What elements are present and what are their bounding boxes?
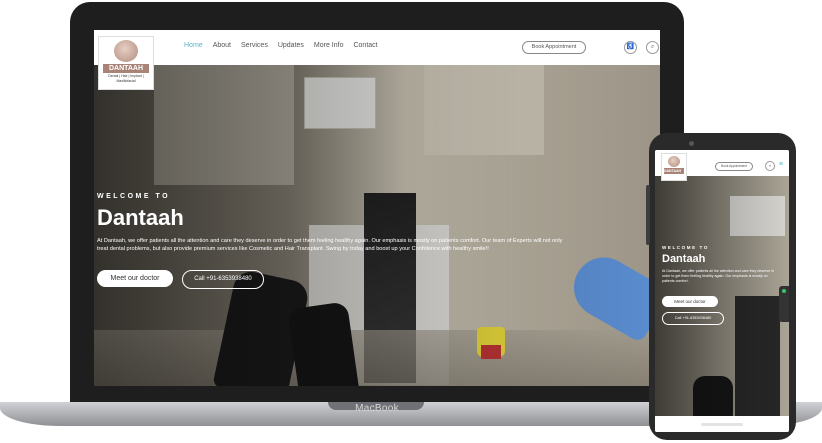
mobile-hero-title: Dantaah [662,253,706,265]
hero-title: Dantaah [97,205,184,230]
nav-contact[interactable]: Contact [353,42,377,49]
site-logo[interactable]: DANTAAH Dental | Hair | Implant | Maxill… [98,36,154,90]
logo-name: DANTAAH [103,64,149,73]
mobile-call-button[interactable]: Call +91-6353938480 [662,312,724,325]
camera-icon [689,141,694,146]
site-header: DANTAAH Dental | Hair | Implant | Maxill… [94,30,660,90]
home-indicator [701,423,743,426]
mobile-site-logo[interactable]: DANTAAH [661,153,687,181]
nav-updates[interactable]: Updates [278,42,304,49]
menu-icon[interactable]: ≡ [777,161,785,169]
mobile-header: DANTAAH Book Appointment ⌕ ≡ [655,150,789,181]
mobile-logo-name: DANTAAH [664,168,684,174]
mobile-book-appointment-button[interactable]: Book Appointment [715,162,753,171]
book-appointment-button[interactable]: Book Appointment [522,41,586,54]
tooth-logo-icon [114,40,138,62]
main-nav: Home About Services Updates More Info Co… [184,42,378,49]
tooth-logo-icon [668,156,680,167]
nav-about[interactable]: About [213,42,231,49]
mobile-meet-doctor-button[interactable]: Meet our doctor [662,296,718,307]
hero-section: WELCOME TO Dantaah At Dantaah, we offer … [94,65,660,386]
mobile-hero: WELCOME TO Dantaah At Dantaah, we offer … [655,176,789,426]
mobile-hero-welcome: WELCOME TO [662,245,709,250]
call-button[interactable]: Call +91-6353938480 [182,270,264,289]
hero-description: At Dantaah, we offer patients all the at… [97,238,563,252]
accessibility-icon[interactable]: ♿ [624,41,637,54]
nav-home[interactable]: Home [184,42,203,49]
macbook-label: MacBook [355,403,399,414]
search-icon[interactable]: ⌕ [765,161,775,171]
nav-more-info[interactable]: More Info [314,42,344,49]
laptop-screen: DANTAAH Dental | Hair | Implant | Maxill… [94,30,660,386]
nav-services[interactable]: Services [241,42,268,49]
phone-screen: DANTAAH Book Appointment ⌕ ≡ WELCOME TO … [655,150,789,432]
meet-doctor-button[interactable]: Meet our doctor [97,270,173,287]
mobile-hero-description: At Dantaah, we offer patients all the at… [662,269,775,283]
whatsapp-icon [782,289,786,293]
hero-welcome: WELCOME TO [97,193,171,200]
search-icon[interactable]: ⌕ [646,41,659,54]
logo-tagline: Dental | Hair | Implant | Maxillofacial [108,74,144,83]
